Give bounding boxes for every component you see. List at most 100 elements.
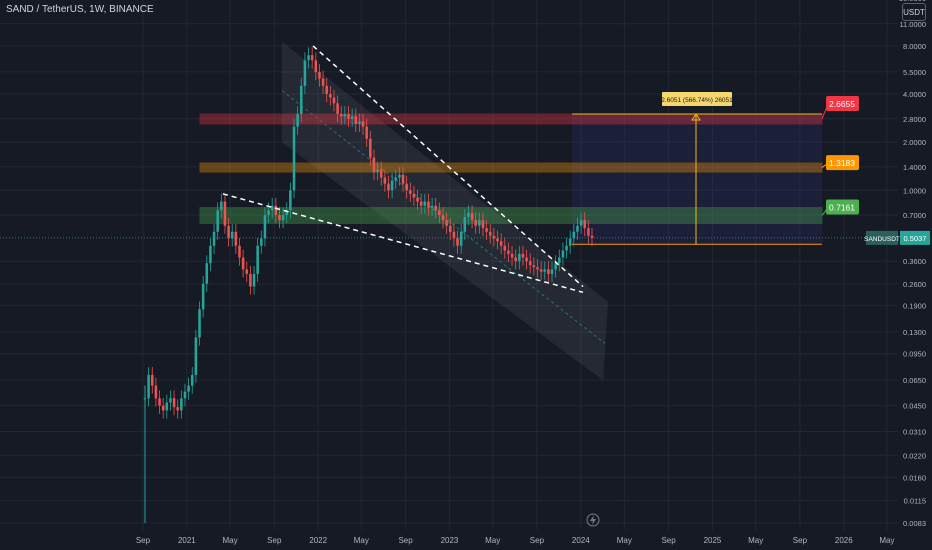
candle-body — [434, 205, 438, 211]
level-label: 2.6655 — [829, 99, 855, 109]
candle-body — [510, 253, 514, 258]
y-tick-label: 0.0950 — [903, 350, 926, 359]
y-tick-label: 2.8000 — [903, 115, 926, 124]
candle-body — [238, 245, 241, 258]
candle-body — [267, 210, 270, 216]
candle-body — [296, 114, 299, 127]
currency-button[interactable]: USDT — [902, 3, 926, 21]
candle-body — [445, 220, 448, 226]
candle-body — [165, 402, 169, 411]
candle-body — [532, 265, 536, 268]
candle-body — [514, 257, 517, 262]
candle-body — [303, 60, 307, 86]
candle-body — [205, 263, 209, 284]
candle-body — [503, 245, 507, 251]
x-tick-label: May — [879, 536, 894, 545]
candle-body — [478, 220, 481, 226]
candle-body — [321, 78, 325, 86]
candle-body — [412, 193, 416, 198]
candle-body — [474, 220, 477, 226]
candle-body — [209, 245, 212, 264]
y-tick-label: 0.0310 — [903, 427, 926, 436]
candle-body — [379, 169, 383, 178]
y-tick-label: 0.0160 — [903, 473, 926, 482]
candle-body — [158, 398, 161, 406]
candle-body — [550, 269, 554, 274]
candle-body — [587, 228, 590, 236]
candle-body — [350, 116, 354, 119]
candle-body — [409, 190, 412, 194]
candle-body — [230, 231, 234, 239]
candle-body — [169, 398, 172, 403]
candle-body — [216, 210, 219, 232]
candle-body — [470, 213, 474, 221]
candle-body — [354, 116, 358, 124]
y-tick-label: 1.0000 — [903, 186, 926, 195]
candle-body — [332, 97, 336, 104]
candle-body — [499, 241, 503, 246]
candle-body — [241, 257, 245, 270]
candle-body — [423, 201, 427, 206]
candle-body — [245, 269, 249, 274]
candle-body — [554, 263, 557, 270]
candle-body — [183, 391, 187, 399]
candle-body — [430, 205, 434, 208]
candle-body — [150, 374, 154, 386]
candle-body — [329, 94, 332, 98]
candle-body — [347, 114, 350, 119]
candle-body — [568, 238, 572, 246]
candle-body — [565, 245, 568, 251]
y-tick-label: 11.0000 — [899, 20, 926, 29]
level-zone — [199, 113, 823, 125]
candle-body — [263, 215, 267, 239]
last-price-tag: 0.5037 — [904, 234, 927, 243]
candle-body — [154, 385, 158, 399]
price-chart[interactable]: Sep 2021 May Sep 2022 May Sep 2023 May Sep 2024 May… — [0, 0, 932, 550]
candle-body — [467, 213, 470, 218]
candle-body — [401, 174, 405, 184]
x-tick-label: Sep — [398, 536, 413, 545]
lightning-bolt-icon — [590, 515, 596, 525]
candle-body — [496, 238, 499, 242]
candle-body — [212, 231, 216, 246]
candle-body — [485, 228, 488, 232]
candle-body — [343, 114, 347, 117]
candle-body — [278, 215, 281, 221]
x-tick-label: Sep — [267, 536, 282, 545]
x-tick-label: May — [748, 536, 763, 545]
candle-body — [260, 238, 263, 246]
candle-body — [387, 183, 390, 191]
candle-body — [227, 225, 230, 239]
y-tick-label: 0.0450 — [903, 402, 926, 411]
y-tick-label: 4.0000 — [903, 90, 926, 99]
candle-body — [252, 273, 256, 287]
candle-body — [336, 103, 339, 115]
candle-body — [438, 210, 441, 216]
candle-body — [223, 201, 227, 226]
candle-body — [292, 126, 296, 191]
candle-body — [339, 114, 343, 117]
candle-body — [558, 257, 561, 264]
y-tick-label: 0.0083 — [903, 519, 926, 528]
y-tick-label: 5.5000 — [903, 68, 926, 77]
level-label: 0.7161 — [829, 203, 855, 213]
candle-body — [427, 201, 430, 208]
candle-body — [234, 231, 238, 246]
level-label: 1.3183 — [829, 158, 855, 168]
symbol-tag: SANDUSDT — [864, 236, 900, 243]
candle-body — [172, 398, 176, 408]
y-tick-label: 0.0115 — [904, 496, 926, 505]
candle-body — [419, 201, 423, 206]
candle-body — [190, 374, 194, 386]
candle-body — [463, 217, 467, 232]
candle-body — [394, 177, 398, 181]
candle-body — [390, 180, 394, 191]
x-tick-label: May — [485, 536, 500, 545]
candle-body — [441, 215, 445, 221]
candle-body — [528, 261, 532, 266]
y-tick-label: 0.2600 — [903, 280, 926, 289]
candle-body — [536, 267, 539, 270]
candle-body — [448, 225, 452, 232]
candle-body — [398, 174, 401, 178]
candle-body — [201, 283, 205, 310]
